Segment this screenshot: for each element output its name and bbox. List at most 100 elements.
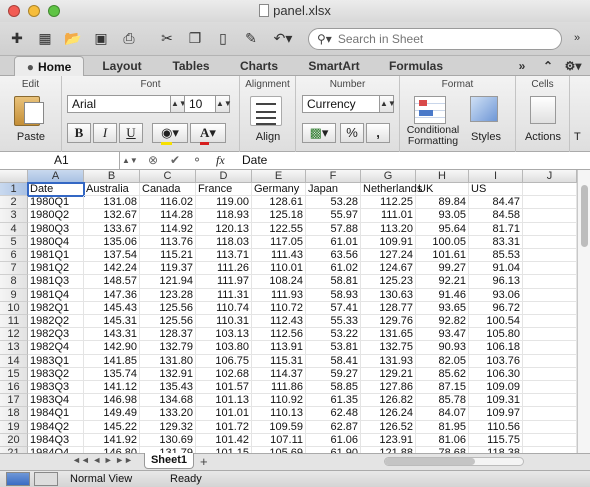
cell[interactable]: 123.28 [140,288,196,302]
cell[interactable]: 55.97 [306,209,361,223]
cell[interactable]: 93.06 [469,288,523,302]
cell[interactable]: 135.43 [140,381,196,395]
cell[interactable]: 106.30 [469,367,523,381]
cell[interactable]: 81.06 [416,433,469,447]
cell[interactable]: 109.91 [361,235,416,249]
cell[interactable]: 110.13 [252,407,306,421]
cell[interactable]: 101.13 [196,394,252,408]
cell[interactable] [523,301,577,315]
cell[interactable]: 112.43 [252,315,306,329]
cell[interactable]: 62.48 [306,407,361,421]
cell[interactable] [523,433,577,447]
row-header[interactable]: 5 [0,235,28,249]
styles-icon[interactable] [470,96,498,122]
cell[interactable]: 101.42 [196,433,252,447]
cell[interactable]: 53.22 [306,328,361,342]
cell[interactable] [523,235,577,249]
cell[interactable]: 101.01 [196,407,252,421]
cell[interactable]: 113.76 [140,235,196,249]
cell[interactable]: 125.56 [140,301,196,315]
cell[interactable]: 93.47 [416,328,469,342]
cell[interactable]: 1984Q2 [28,420,84,434]
column-header[interactable]: A [28,170,84,183]
cell[interactable] [523,196,577,210]
tab-formulas[interactable]: Formulas [378,56,454,76]
cell[interactable]: 125.56 [140,315,196,329]
spreadsheet-grid[interactable]: A B C D E F G H I J 1 Date Australia Canada France Germ… [0,170,577,453]
row-header[interactable]: 15 [0,367,28,381]
actions-button[interactable]: Actions [516,131,570,143]
cell[interactable]: 109.09 [469,381,523,395]
cell[interactable]: 92.21 [416,275,469,289]
cell[interactable]: 113.20 [361,222,416,236]
font-size-dropdown[interactable]: ▲▼ [216,95,232,113]
open-icon[interactable]: 📂 [62,27,84,49]
cell[interactable]: 110.56 [469,420,523,434]
cell[interactable]: 126.24 [361,407,416,421]
row-header[interactable]: 1 [0,183,28,197]
cell[interactable] [523,407,577,421]
cell[interactable]: 1983Q2 [28,367,84,381]
cell[interactable]: 58.41 [306,354,361,368]
cell[interactable]: 102.68 [196,367,252,381]
align-button[interactable]: Align [240,131,296,143]
sheet-tab-sheet1[interactable]: Sheet1 [144,453,194,469]
cell[interactable]: US [469,183,523,197]
bold-button[interactable]: B [67,123,91,143]
comma-style-button[interactable]: , [366,123,390,143]
number-format-field[interactable]: Currency [302,95,380,113]
cell[interactable]: 1984Q1 [28,407,84,421]
cell[interactable]: 84.07 [416,407,469,421]
cell[interactable]: 129.76 [361,315,416,329]
cell[interactable]: 106.75 [196,354,252,368]
percent-button[interactable]: % [340,123,364,143]
styles-button[interactable]: Styles [464,131,508,143]
cell[interactable]: 115.31 [252,354,306,368]
cell[interactable]: 53.81 [306,341,361,355]
underline-button[interactable]: U [119,123,143,143]
cell[interactable]: 117.05 [252,235,306,249]
cell[interactable]: 92.82 [416,315,469,329]
row-header[interactable]: 10 [0,301,28,315]
cell[interactable]: 130.63 [361,288,416,302]
cell[interactable]: 1980Q4 [28,235,84,249]
row-header[interactable]: 8 [0,275,28,289]
cell[interactable]: 1982Q3 [28,328,84,342]
tabs-overflow-icon[interactable]: » [512,56,532,76]
row-header[interactable]: 13 [0,341,28,355]
row-header[interactable]: 3 [0,209,28,223]
cell[interactable]: 127.86 [361,381,416,395]
cell[interactable]: 100.54 [469,315,523,329]
cell[interactable]: 111.43 [252,249,306,263]
cell[interactable]: 93.65 [416,301,469,315]
copy-icon[interactable]: ❐ [184,27,206,49]
cell[interactable]: 146.98 [84,394,140,408]
cell[interactable]: 111.86 [252,381,306,395]
row-header[interactable]: 7 [0,262,28,276]
cell[interactable]: 84.47 [469,196,523,210]
cell[interactable]: UK [416,183,469,197]
cell[interactable]: 131.65 [361,328,416,342]
font-size-field[interactable]: 10 [184,95,216,113]
cell[interactable]: 1981Q4 [28,288,84,302]
cell[interactable]: 126.52 [361,420,416,434]
cell[interactable]: 145.43 [84,301,140,315]
cell[interactable]: 115.75 [469,433,523,447]
search-field[interactable]: ⚲▾ [308,28,562,50]
cut-icon[interactable]: ✂ [156,27,178,49]
tab-smartart[interactable]: SmartArt [296,56,372,76]
cell[interactable]: 113.91 [252,341,306,355]
cell[interactable]: 130.69 [140,433,196,447]
cell[interactable]: Canada [140,183,196,197]
cell[interactable]: 141.92 [84,433,140,447]
sheet-nav-arrows-icon[interactable]: ◄◄ ◄ ► ►► [72,455,133,465]
cell[interactable]: 145.22 [84,420,140,434]
cell[interactable]: 120.13 [196,222,252,236]
cell[interactable]: 123.91 [361,433,416,447]
cell[interactable]: 1982Q4 [28,341,84,355]
cell[interactable] [523,275,577,289]
row-header[interactable]: 11 [0,315,28,329]
cell[interactable]: 143.31 [84,328,140,342]
tab-charts[interactable]: Charts [228,56,290,76]
cell[interactable]: 82.05 [416,354,469,368]
